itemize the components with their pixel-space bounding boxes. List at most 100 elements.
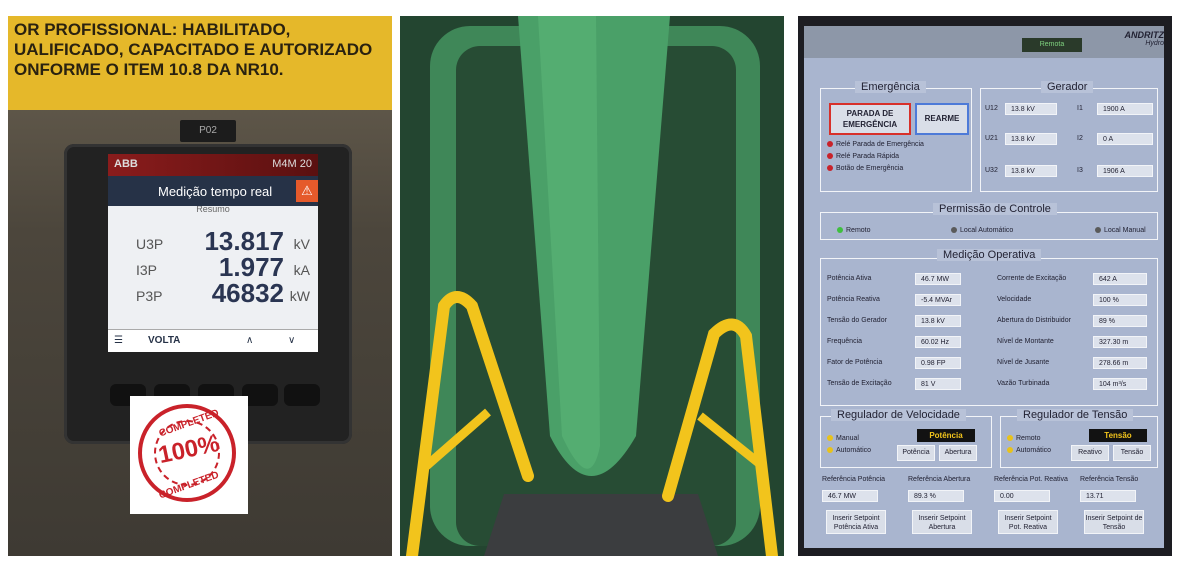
medicao-value: 278.66 m: [1093, 357, 1147, 369]
reg-vel-mode-badge: Potência: [917, 429, 975, 442]
reading-value: 46832: [211, 278, 284, 308]
screen-footer: ☰ VOLTA ∧ ∨: [108, 329, 318, 352]
reg-vel-option[interactable]: Manual: [827, 435, 859, 442]
reading-row: U3P 13.817 kV: [108, 226, 318, 256]
reference-label: Referência Pot. Reativa: [994, 476, 1068, 483]
status-dot: [827, 165, 833, 172]
medicao-value: 60.02 Hz: [915, 336, 961, 348]
medicao-value: 0.98 FP: [915, 357, 961, 369]
andritz-logo: ANDRITZ Hydro: [1104, 30, 1165, 54]
reference-label: Referência Potência: [822, 476, 886, 483]
insert-setpoint-button[interactable]: Inserir Setpoint Pot. Reativa: [998, 510, 1058, 534]
meter-model: M4M 20: [272, 158, 312, 170]
warning-icon[interactable]: ⚠: [296, 180, 318, 202]
voltage-label: U32: [985, 167, 998, 174]
reg-vel-option-label: Automático: [836, 447, 872, 454]
completed-stamp: COMPLETED 100% COMPLETED: [130, 396, 248, 514]
regulador-velocidade-group: Regulador de Velocidade Potência Manual …: [820, 409, 992, 468]
warning-line: UALIFICADO, CAPACITADO E AUTORIZADO: [14, 40, 373, 59]
status-dot: [827, 435, 833, 442]
medicao-label: Potência Reativa: [827, 296, 880, 303]
regulador-tensao-group: Regulador de Tensão Tensão Remoto Automá…: [1000, 409, 1158, 468]
permissao-option-label: Local Automático: [960, 227, 1014, 234]
emergencia-item: Relé Parada de Emergência: [827, 141, 924, 148]
meter-brand: ABB: [114, 158, 138, 170]
medicao-value: 327.30 m: [1093, 336, 1147, 348]
emergencia-title: Emergência: [855, 81, 926, 93]
voltage-label: U12: [985, 105, 998, 112]
medicao-label: Nível de Montante: [997, 338, 1054, 345]
emergency-stop-button[interactable]: PARADA DE EMERGÊNCIA: [829, 103, 911, 135]
current-label: I3: [1077, 167, 1083, 174]
medicao-label: Corrente de Excitação: [997, 275, 1067, 282]
insert-setpoint-button[interactable]: Inserir Setpoint Abertura: [912, 510, 972, 534]
status-dot: [827, 153, 833, 160]
emergencia-item-label: Botão de Emergência: [836, 165, 904, 172]
reg-ten-option[interactable]: Remoto: [1007, 435, 1041, 442]
panel-tag: P02: [180, 120, 236, 142]
permissao-option[interactable]: Remoto: [837, 227, 871, 234]
reg-ten-mode-badge: Tensão: [1089, 429, 1147, 442]
medicao-label: Velocidade: [997, 296, 1032, 303]
current-label: I1: [1077, 105, 1083, 112]
rearme-button[interactable]: REARME: [915, 103, 969, 135]
current-value: 0 A: [1097, 133, 1153, 145]
emergencia-item: Relé Parada Rápida: [827, 153, 899, 160]
medicao-value: 104 m³/s: [1093, 378, 1147, 390]
volta-button[interactable]: VOLTA: [148, 335, 180, 346]
medicao-label: Abertura do Distribuidor: [997, 317, 1071, 324]
reading-row: P3P 46832 kW: [108, 278, 318, 308]
warning-sign: OR PROFISSIONAL: HABILITADO, UALIFICADO,…: [8, 16, 392, 110]
reg-vel-option-label: Manual: [836, 435, 859, 442]
reference-label: Referência Tensão: [1080, 476, 1139, 483]
hmi-toolbar: Remota ANDRITZ Hydro: [804, 26, 1164, 58]
abertura-button[interactable]: Abertura: [939, 445, 977, 461]
insert-setpoint-button[interactable]: Inserir Setpoint Potência Ativa: [826, 510, 886, 534]
status-dot: [1007, 447, 1013, 454]
reference-label: Referência Abertura: [908, 476, 971, 483]
permissao-option-label: Remoto: [846, 227, 871, 234]
medicao-label: Vazão Turbinada: [997, 380, 1050, 387]
emergencia-item: Botão de Emergência: [827, 165, 903, 172]
reference-value: 46.7 MW: [822, 490, 878, 502]
reativo-button[interactable]: Reativo: [1071, 445, 1109, 461]
reg-vel-title: Regulador de Velocidade: [831, 409, 966, 421]
hmi-screen: Remota ANDRITZ Hydro Emergência PARADA DE…: [804, 26, 1164, 548]
medicao-label: Frequência: [827, 338, 863, 345]
chevron-down-icon[interactable]: ∨: [288, 335, 295, 346]
reading-unit: kV: [293, 236, 310, 252]
voltage-value: 13.8 kV: [1005, 165, 1057, 177]
permissao-title: Permissão de Controle: [933, 203, 1057, 215]
status-dot: [1007, 435, 1013, 442]
reg-ten-option-label: Automático: [1016, 447, 1052, 454]
status-dot: [1095, 227, 1101, 234]
meter-header: ABB M4M 20: [108, 154, 318, 176]
reg-ten-option-label: Remoto: [1016, 435, 1041, 442]
warning-line: OR PROFISSIONAL: HABILITADO,: [14, 20, 291, 39]
insert-setpoint-button[interactable]: Inserir Setpoint de Tensão: [1084, 510, 1144, 534]
medicao-label: Potência Ativa: [827, 275, 872, 282]
reading-label: U3P: [136, 236, 164, 252]
medicao-value: 100 %: [1093, 294, 1147, 306]
reading-unit: kW: [289, 288, 310, 304]
tensao-button[interactable]: Tensão: [1113, 445, 1151, 461]
chevron-up-icon[interactable]: ∧: [246, 335, 253, 346]
reg-vel-option[interactable]: Automático: [827, 447, 871, 454]
permissao-option[interactable]: Local Manual: [1095, 227, 1146, 234]
shaft-scene: [400, 16, 784, 556]
permissao-option[interactable]: Local Automático: [951, 227, 1013, 234]
gerador-group: Gerador U12 13.8 kV I1 1900 A U21 13.8 k…: [980, 81, 1158, 192]
meter-key[interactable]: [284, 384, 320, 406]
screen-title: Medição tempo real: [158, 184, 273, 199]
reg-ten-option[interactable]: Automático: [1007, 447, 1051, 454]
medicao-label: Fator de Potência: [827, 359, 883, 366]
medicao-value: 89 %: [1093, 315, 1147, 327]
meter-photo: OR PROFISSIONAL: HABILITADO, UALIFICADO,…: [8, 16, 392, 556]
screen-header: Medição tempo real ⚠: [108, 176, 318, 206]
potencia-button[interactable]: Potência: [897, 445, 935, 461]
reference-value: 13.71: [1080, 490, 1136, 502]
current-value: 1906 A: [1097, 165, 1153, 177]
menu-icon[interactable]: ☰: [114, 335, 123, 346]
status-dot: [827, 447, 833, 454]
grating: [484, 494, 718, 556]
